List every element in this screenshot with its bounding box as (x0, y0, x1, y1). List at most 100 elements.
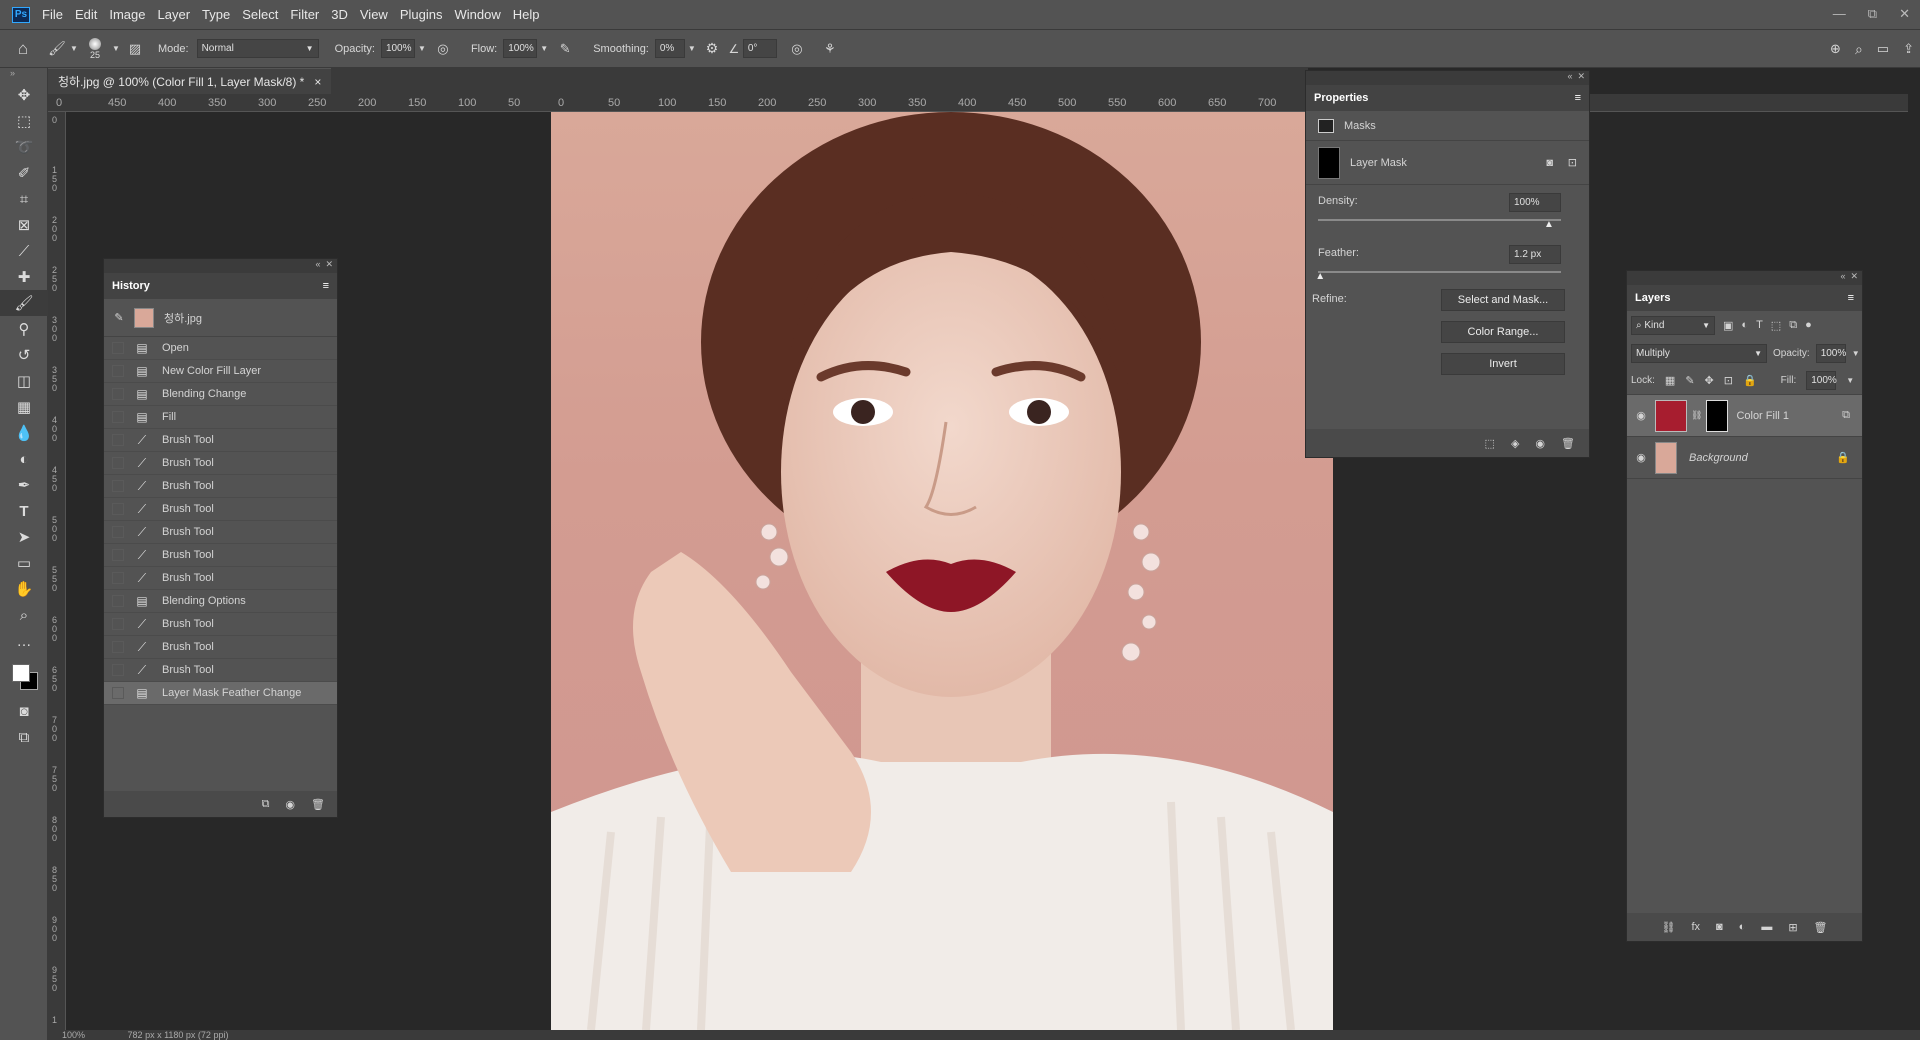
history-source-checkbox[interactable] (112, 618, 124, 630)
history-item[interactable]: ▤ Fill (104, 406, 337, 429)
hand-tool-icon[interactable]: ✋ (0, 576, 48, 602)
history-source-checkbox[interactable] (112, 595, 124, 607)
layer-row-background[interactable]: ◉ Background 🔒 (1627, 437, 1862, 479)
properties-panel-collapse-bar[interactable]: « ✕ (1306, 71, 1589, 85)
history-source-checkbox[interactable] (112, 457, 124, 469)
eye-icon[interactable]: ◉ (1627, 409, 1655, 422)
history-source-checkbox[interactable] (112, 572, 124, 584)
history-item[interactable]: ▤ Layer Mask Feather Change (104, 682, 337, 705)
history-source-checkbox[interactable] (112, 687, 124, 699)
history-source-checkbox[interactable] (112, 342, 124, 354)
brush-settings-icon[interactable]: ▨ (122, 41, 148, 57)
eye-icon[interactable]: ◉ (1627, 451, 1655, 464)
search-icon[interactable]: ⌕ (1855, 41, 1863, 58)
move-tool-icon[interactable]: ✥ (0, 82, 48, 108)
menu-3d[interactable]: 3D (325, 7, 354, 22)
document-dimensions[interactable]: 782 px x 1180 px (72 ppi) (128, 1030, 229, 1040)
properties-tab[interactable]: Properties (1314, 92, 1368, 104)
color-swatches[interactable] (0, 654, 47, 698)
menu-file[interactable]: File (36, 7, 69, 22)
canvas-photo[interactable] (551, 112, 1333, 1030)
filter-pixel-icon[interactable]: ▣ (1723, 319, 1733, 332)
lasso-tool-icon[interactable]: ➰ (0, 134, 48, 160)
history-tab[interactable]: History (112, 280, 150, 292)
lock-transparency-icon[interactable]: ▦ (1665, 374, 1675, 387)
layer-row-color-fill[interactable]: ◉ ⛓ Color Fill 1 ⧉ (1627, 395, 1862, 437)
symmetry-icon[interactable]: ⚘ (817, 41, 843, 57)
menu-help[interactable]: Help (507, 7, 546, 22)
eyedropper-tool-icon[interactable]: ⟋ (0, 238, 48, 264)
pen-tool-icon[interactable]: ✒ (0, 472, 48, 498)
lock-all-icon[interactable]: 🔒 (1743, 374, 1757, 387)
rectangle-tool-icon[interactable]: ▭ (0, 550, 48, 576)
history-item[interactable]: ⟋ Brush Tool (104, 613, 337, 636)
chevron-down-icon[interactable]: ▼ (415, 44, 429, 53)
history-item[interactable]: ⟋ Brush Tool (104, 521, 337, 544)
expand-toolbar-icon[interactable]: » (0, 68, 47, 82)
filter-smart-object-icon[interactable]: ⧉ (1789, 319, 1797, 332)
history-item[interactable]: ⟋ Brush Tool (104, 544, 337, 567)
history-panel-collapse-bar[interactable]: « ✕ (104, 259, 337, 273)
add-mask-icon[interactable]: ◙ (1716, 921, 1723, 933)
chevron-down-icon[interactable]: ▼ (1852, 349, 1860, 358)
home-icon[interactable]: ⌂ (0, 39, 46, 59)
blend-mode-select[interactable]: Multiply ▼ (1631, 343, 1767, 363)
trash-icon[interactable]: 🗑 (1814, 921, 1828, 934)
document-tab[interactable]: 청하.jpg @ 100% (Color Fill 1, Layer Mask/… (48, 68, 332, 94)
density-input[interactable]: 100% (1509, 193, 1561, 212)
history-item[interactable]: ⟋ Brush Tool (104, 659, 337, 682)
menu-view[interactable]: View (354, 7, 394, 22)
layers-tab[interactable]: Layers (1635, 292, 1670, 304)
airbrush-icon[interactable]: ✎ (551, 41, 579, 57)
layers-panel-collapse-bar[interactable]: « ✕ (1627, 271, 1862, 285)
color-range-button[interactable]: Color Range... (1441, 321, 1565, 343)
menu-window[interactable]: Window (448, 7, 506, 22)
share-document-icon[interactable]: ⇪ (1903, 41, 1914, 57)
more-tools-icon[interactable]: … (0, 628, 48, 654)
layer-mask-row[interactable]: Layer Mask ◙ ⊡ (1306, 141, 1589, 185)
gear-icon[interactable]: ⚙ (699, 40, 725, 57)
foreground-color-swatch[interactable] (12, 664, 30, 682)
gradient-tool-icon[interactable]: ▦ (0, 394, 48, 420)
menu-plugins[interactable]: Plugins (394, 7, 449, 22)
spot-healing-tool-icon[interactable]: ✚ (0, 264, 48, 290)
menu-layer[interactable]: Layer (152, 7, 197, 22)
zoom-level[interactable]: 100% (62, 1030, 85, 1040)
filter-shape-icon[interactable]: ⬚ (1771, 319, 1781, 332)
history-item[interactable]: ▤ Blending Change (104, 383, 337, 406)
history-source-checkbox[interactable] (112, 526, 124, 538)
menu-type[interactable]: Type (196, 7, 236, 22)
opacity-input[interactable]: 100% (380, 39, 415, 58)
apply-mask-icon[interactable]: ◈ (1511, 437, 1519, 450)
crop-tool-icon[interactable]: ⌗ (0, 186, 48, 212)
clone-stamp-tool-icon[interactable]: ⚲ (0, 316, 48, 342)
select-pixel-mask-icon[interactable]: ◙ (1546, 157, 1553, 169)
eye-icon[interactable]: ◉ (1535, 437, 1545, 450)
camera-snapshot-icon[interactable]: ◉ (285, 798, 295, 811)
type-tool-icon[interactable]: T (0, 498, 48, 524)
history-source-checkbox[interactable] (112, 549, 124, 561)
history-source-checkbox[interactable] (112, 641, 124, 653)
zoom-tool-icon[interactable]: ⌕ (0, 602, 48, 628)
color-fill-thumbnail[interactable] (1655, 399, 1687, 432)
marquee-tool-icon[interactable]: ⬚ (0, 108, 48, 134)
path-selection-tool-icon[interactable]: ➤ (0, 524, 48, 550)
density-slider[interactable] (1318, 219, 1561, 221)
layer-mask-thumbnail[interactable] (1706, 399, 1729, 432)
select-vector-mask-icon[interactable]: ⊡ (1568, 156, 1577, 169)
quick-mask-icon[interactable]: ◙ (0, 698, 48, 724)
frame-tool-icon[interactable]: ⊠ (0, 212, 48, 238)
chevron-down-icon[interactable]: ▼ (68, 44, 80, 53)
lock-pixels-icon[interactable]: ✎ (1685, 374, 1694, 387)
chevron-down-icon[interactable]: ▼ (110, 44, 122, 53)
filter-adjustment-icon[interactable]: ◐ (1741, 319, 1748, 331)
history-snapshot[interactable]: ✎ 청하.jpg (104, 299, 337, 337)
new-layer-icon[interactable]: ⊞ (1788, 921, 1797, 934)
panel-menu-icon[interactable]: ≡ (323, 280, 329, 292)
new-document-from-state-icon[interactable]: ⧉ (262, 798, 270, 811)
density-slider-handle[interactable]: ▲ (1544, 219, 1554, 230)
layer-kind-select[interactable]: ⌕ Kind ▼ (1631, 315, 1715, 335)
pressure-size-icon[interactable]: ◎ (777, 41, 817, 57)
menu-select[interactable]: Select (236, 7, 284, 22)
folder-icon[interactable]: ▬ (1761, 921, 1772, 933)
